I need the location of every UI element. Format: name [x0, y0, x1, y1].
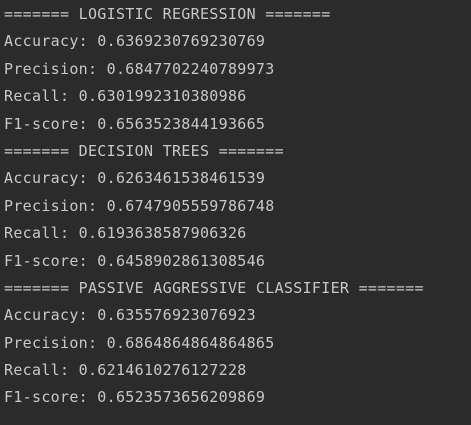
output-line-recall: Recall: 0.6214610276127228 [4, 361, 247, 380]
output-line-recall: Recall: 0.6193638587906326 [4, 224, 247, 243]
output-line-f1-score: F1-score: 0.6523573656209869 [4, 388, 266, 407]
output-line-precision: Precision: 0.6747905559786748 [4, 196, 275, 215]
console-output[interactable]: ======= LOGISTIC REGRESSION ======= Accu… [0, 0, 471, 425]
output-line-precision: Precision: 0.6847702240789973 [4, 59, 275, 78]
output-line-recall: Recall: 0.6301992310380986 [4, 87, 247, 106]
section-header-passive-aggressive: ======= PASSIVE AGGRESSIVE CLASSIFIER ==… [4, 278, 424, 297]
output-line-accuracy: Accuracy: 0.6263461538461539 [4, 169, 266, 188]
output-line-accuracy: Accuracy: 0.6369230769230769 [4, 32, 266, 51]
output-line-accuracy: Accuracy: 0.635576923076923 [4, 306, 256, 325]
output-line-precision: Precision: 0.6864864864864865 [4, 333, 275, 352]
section-header-logistic-regression: ======= LOGISTIC REGRESSION ======= [4, 5, 331, 23]
section-header-decision-trees: ======= DECISION TREES ======= [4, 141, 284, 160]
output-line-f1-score: F1-score: 0.6458902861308546 [4, 251, 266, 270]
output-line-f1-score: F1-score: 0.6563523844193665 [4, 114, 266, 133]
